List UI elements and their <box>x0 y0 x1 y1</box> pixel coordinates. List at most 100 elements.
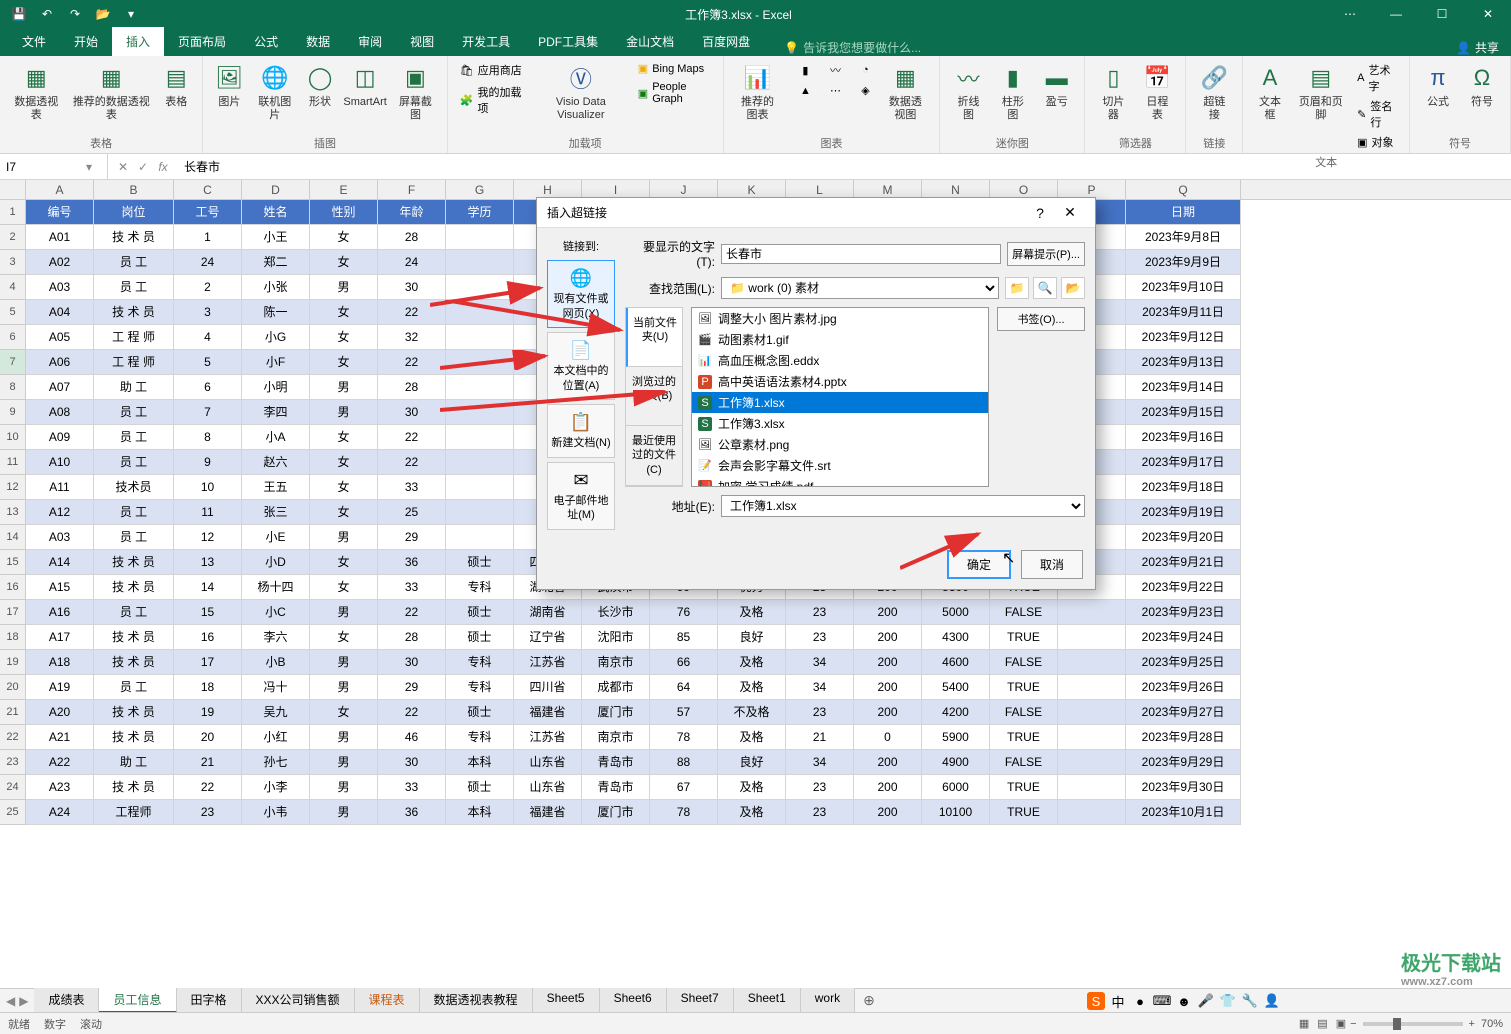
cell[interactable] <box>1058 775 1126 800</box>
cell[interactable]: 沈阳市 <box>582 625 650 650</box>
cell[interactable] <box>446 425 514 450</box>
link-this-doc[interactable]: 📄本文档中的位置(A) <box>547 332 615 400</box>
cell[interactable]: 山东省 <box>514 775 582 800</box>
cell[interactable]: 女 <box>310 225 378 250</box>
cell[interactable]: 江苏省 <box>514 725 582 750</box>
cell[interactable]: A06 <box>26 350 94 375</box>
cell[interactable]: 硕士 <box>446 700 514 725</box>
cell[interactable] <box>1058 600 1126 625</box>
cell[interactable] <box>1058 700 1126 725</box>
sheet-tab[interactable]: work <box>801 988 855 1013</box>
cell[interactable]: 4200 <box>922 700 990 725</box>
cell[interactable]: 23 <box>786 600 854 625</box>
col-header[interactable]: D <box>242 180 310 199</box>
cell[interactable]: 78 <box>650 725 718 750</box>
cell[interactable]: 女 <box>310 325 378 350</box>
row-header[interactable]: 12 <box>0 475 26 500</box>
cell[interactable] <box>446 325 514 350</box>
header-cell[interactable]: 性别 <box>310 200 378 225</box>
cell[interactable]: TRUE <box>990 775 1058 800</box>
cell[interactable]: 小A <box>242 425 310 450</box>
cell[interactable]: 助 工 <box>94 750 174 775</box>
cell[interactable]: 小王 <box>242 225 310 250</box>
cell[interactable]: 女 <box>310 300 378 325</box>
cell[interactable]: TRUE <box>990 725 1058 750</box>
tab-wps[interactable]: 金山文档 <box>612 27 688 56</box>
cell[interactable]: 女 <box>310 500 378 525</box>
link-email[interactable]: ✉电子邮件地址(M) <box>547 462 615 530</box>
row-header[interactable]: 13 <box>0 500 26 525</box>
smartart-button[interactable]: ◫SmartArt <box>342 60 388 111</box>
cell[interactable]: 女 <box>310 425 378 450</box>
up-folder-icon[interactable]: 📁 <box>1005 277 1029 299</box>
sheet-tab[interactable]: 课程表 <box>355 988 420 1013</box>
pivot-chart-button[interactable]: ▦数据透视图 <box>879 60 931 124</box>
row-header[interactable]: 8 <box>0 375 26 400</box>
cell[interactable]: A20 <box>26 700 94 725</box>
tab-layout[interactable]: 页面布局 <box>164 27 240 56</box>
cell[interactable]: 青岛市 <box>582 750 650 775</box>
cell[interactable]: 2023年9月26日 <box>1126 675 1241 700</box>
cell[interactable]: 男 <box>310 750 378 775</box>
cell[interactable] <box>1058 725 1126 750</box>
cell[interactable]: 2023年9月21日 <box>1126 550 1241 575</box>
equation-button[interactable]: π公式 <box>1418 60 1458 111</box>
cell[interactable]: 辽宁省 <box>514 625 582 650</box>
cell[interactable] <box>446 375 514 400</box>
cell[interactable]: 男 <box>310 600 378 625</box>
cell[interactable]: 5900 <box>922 725 990 750</box>
zoom-value[interactable]: 70% <box>1481 1018 1503 1030</box>
cell[interactable]: 福建省 <box>514 700 582 725</box>
cell[interactable] <box>446 500 514 525</box>
cell[interactable]: A07 <box>26 375 94 400</box>
other-chart-icon[interactable]: ◈ <box>847 82 883 99</box>
cell[interactable]: 女 <box>310 450 378 475</box>
row-header[interactable]: 15 <box>0 550 26 575</box>
cell[interactable]: 22 <box>378 600 446 625</box>
cell[interactable]: 硕士 <box>446 600 514 625</box>
tab-view[interactable]: 视图 <box>396 27 448 56</box>
cell[interactable]: 女 <box>310 575 378 600</box>
cell[interactable]: 36 <box>378 800 446 825</box>
cell[interactable]: 及格 <box>718 675 786 700</box>
cell[interactable] <box>446 525 514 550</box>
cell[interactable]: 200 <box>854 625 922 650</box>
cell[interactable]: 2023年9月23日 <box>1126 600 1241 625</box>
cell[interactable]: 专科 <box>446 675 514 700</box>
open-icon[interactable]: 📂 <box>90 2 116 26</box>
cell[interactable]: 员 工 <box>94 450 174 475</box>
cell[interactable]: 男 <box>310 775 378 800</box>
header-cell[interactable]: 日期 <box>1126 200 1241 225</box>
file-item[interactable]: 🖼公章素材.png <box>692 434 988 455</box>
cell[interactable]: 2023年9月28日 <box>1126 725 1241 750</box>
cell[interactable]: A15 <box>26 575 94 600</box>
cell[interactable]: 良好 <box>718 625 786 650</box>
row-header[interactable]: 17 <box>0 600 26 625</box>
shapes-button[interactable]: ◯形状 <box>302 60 338 111</box>
sparkline-wl-button[interactable]: ▬盈亏 <box>1037 60 1076 111</box>
row-header[interactable]: 14 <box>0 525 26 550</box>
cell[interactable]: 专科 <box>446 575 514 600</box>
cell[interactable]: 男 <box>310 375 378 400</box>
cell[interactable]: 88 <box>650 750 718 775</box>
cell[interactable]: TRUE <box>990 625 1058 650</box>
row-header[interactable]: 1 <box>0 200 26 225</box>
cell[interactable]: 郑二 <box>242 250 310 275</box>
cell[interactable]: 员 工 <box>94 600 174 625</box>
file-item[interactable]: P高中英语语法素材4.pptx <box>692 371 988 392</box>
cell[interactable]: 员 工 <box>94 275 174 300</box>
signature-button[interactable]: ✎签名行 <box>1353 96 1401 132</box>
cell[interactable]: 2023年9月17日 <box>1126 450 1241 475</box>
ime-tool-icon[interactable]: 🔧 <box>1241 992 1259 1010</box>
row-header[interactable]: 16 <box>0 575 26 600</box>
col-header[interactable]: B <box>94 180 174 199</box>
cell[interactable]: 及格 <box>718 650 786 675</box>
timeline-button[interactable]: 📅日程表 <box>1137 60 1177 124</box>
header-cell[interactable]: 岗位 <box>94 200 174 225</box>
cell[interactable]: FALSE <box>990 750 1058 775</box>
header-cell[interactable]: 姓名 <box>242 200 310 225</box>
cell[interactable]: 李四 <box>242 400 310 425</box>
row-header[interactable]: 10 <box>0 425 26 450</box>
col-header[interactable]: A <box>26 180 94 199</box>
file-item[interactable]: 📝会声会影字幕文件.srt <box>692 455 988 476</box>
